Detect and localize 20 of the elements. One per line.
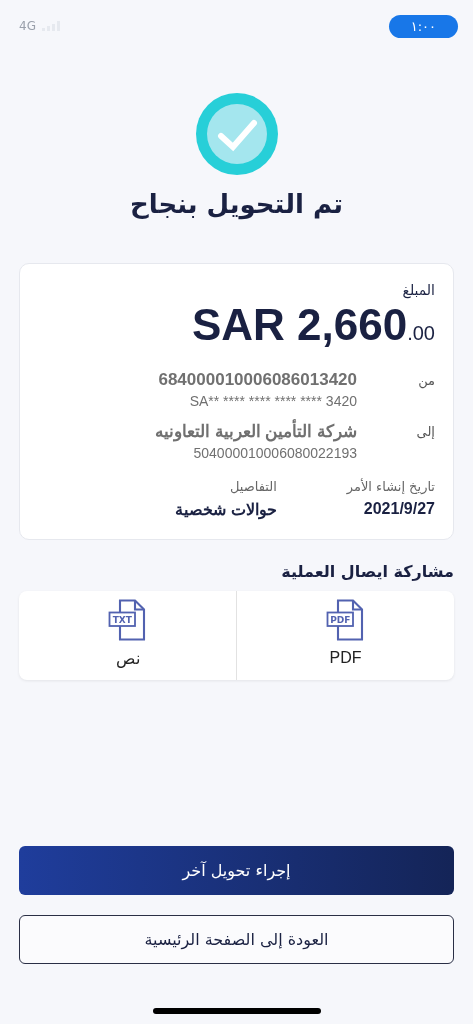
home-button[interactable]: العودة إلى الصفحة الرئيسية [19, 915, 454, 964]
detail-value: 2021/9/27 [362, 500, 435, 518]
recipient-name: شركة التأمين العربية التعاونيه [154, 421, 357, 442]
from-label: من [417, 372, 435, 388]
share-option[interactable]: PDF PDF [236, 591, 454, 680]
amount-label: المبلغ [401, 282, 435, 298]
from-iban: SA** **** **** **** **** 3420 [189, 393, 357, 409]
success-check-icon [195, 93, 278, 175]
to-account: 504000010006080022193 [193, 445, 357, 461]
amount-value: SAR 2,660.00 [191, 300, 435, 350]
share-title: مشاركة ايصال العملية [281, 562, 454, 581]
time-pill: ١:٠٠ [388, 14, 458, 38]
detail-value: حوالات شخصية [175, 500, 277, 519]
new-transfer-button[interactable]: إجراء تحويل آخر [19, 846, 454, 895]
to-label: إلى [415, 423, 435, 439]
from-account: 684000010006086013420 [158, 370, 357, 390]
detail-label: التفاصيل [228, 479, 277, 494]
success-title: تم التحويل بنجاح [129, 189, 344, 219]
detail-label: تاريخ إنشاء الأمر [346, 479, 435, 494]
network-label: 4G [19, 19, 36, 33]
